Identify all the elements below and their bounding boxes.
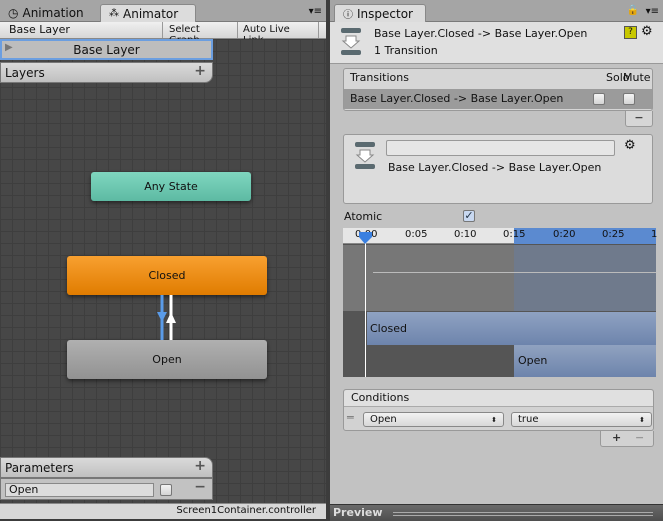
playhead-line xyxy=(365,236,366,377)
controller-filename: Screen1Container.controller xyxy=(176,505,316,516)
atomic-checkbox[interactable]: ✓ xyxy=(463,210,475,222)
parameters-header: Parameters + xyxy=(0,457,213,478)
tab-inspector[interactable]: ⓘ Inspector xyxy=(334,4,426,22)
dropdown-arrows-icon: ⬍ xyxy=(639,415,645,424)
remove-parameter-button[interactable]: − xyxy=(194,479,206,495)
condition-parameter-dropdown[interactable]: Open ⬍ xyxy=(363,412,504,427)
inspector-header: Base Layer.Closed -> Base Layer.Open 1 T… xyxy=(330,22,663,64)
transition-icon xyxy=(355,142,375,169)
breadcrumb-bar: Base Layer Select Graph Auto Live Link xyxy=(0,22,326,46)
breadcrumb[interactable]: Base Layer xyxy=(9,23,70,36)
auto-live-link-button[interactable]: Auto Live Link xyxy=(237,22,319,46)
panel-menu-icon[interactable]: ▾≡ xyxy=(309,6,322,17)
add-parameter-button[interactable]: + xyxy=(194,458,206,474)
help-icon[interactable]: ? xyxy=(624,26,637,39)
weight-curve xyxy=(373,272,656,273)
state-node-closed[interactable]: Closed xyxy=(67,256,267,295)
arrow-up-icon xyxy=(166,312,176,323)
transition-name-field[interactable] xyxy=(386,140,615,156)
preview-drag-handle[interactable] xyxy=(393,512,653,516)
source-state-bar[interactable]: Closed xyxy=(367,312,656,345)
inspector-tabbar: ⓘ Inspector 🔒 ▾≡ xyxy=(330,0,663,22)
parameter-row: Open − xyxy=(0,478,213,500)
animator-icon: ⁂ xyxy=(109,8,119,19)
transition-name-label: Base Layer.Closed -> Base Layer.Open xyxy=(388,161,602,174)
info-icon: ⓘ xyxy=(343,10,353,21)
lock-icon[interactable]: 🔒 xyxy=(627,5,639,16)
layer-item-base-layer[interactable]: ▶ Base Layer xyxy=(0,39,213,60)
transitions-list: Transitions Solo Mute Base Layer.Closed … xyxy=(343,68,653,111)
solo-checkbox[interactable] xyxy=(593,93,605,105)
status-bar: Screen1Container.controller xyxy=(0,503,326,519)
state-node-open[interactable]: Open xyxy=(67,340,267,379)
dest-state-bar[interactable]: Open xyxy=(514,345,656,377)
remove-condition-button[interactable]: − xyxy=(635,431,644,444)
gear-icon[interactable]: ⚙ xyxy=(641,24,653,39)
parameter-name-field[interactable]: Open xyxy=(5,483,154,497)
state-node-any-state[interactable]: Any State xyxy=(91,172,251,201)
tab-animator[interactable]: ⁂ Animator xyxy=(100,4,196,22)
condition-value-dropdown[interactable]: true ⬍ xyxy=(511,412,652,427)
inspector-title: Base Layer.Closed -> Base Layer.Open xyxy=(374,27,588,40)
mute-checkbox[interactable] xyxy=(623,93,635,105)
conditions-list: Conditions ═ Open ⬍ true ⬍ xyxy=(343,389,654,431)
transition-arrows[interactable] xyxy=(150,295,184,341)
inspector-subtitle: 1 Transition xyxy=(374,44,438,57)
gear-icon[interactable]: ⚙ xyxy=(624,138,636,153)
dropdown-arrows-icon: ⬍ xyxy=(491,415,497,424)
playhead-marker-icon[interactable] xyxy=(359,232,372,244)
transition-settings: ⚙ Base Layer.Closed -> Base Layer.Open xyxy=(343,134,653,204)
transition-icon xyxy=(341,28,361,55)
transition-timeline[interactable]: 0:00 0:05 0:10 0:15 0:20 0:25 1 Closed O… xyxy=(343,228,657,377)
layers-header: Layers + xyxy=(0,62,213,83)
preview-bar[interactable]: Preview xyxy=(330,504,663,521)
atomic-label: Atomic xyxy=(344,210,383,223)
parameter-value-checkbox[interactable] xyxy=(160,484,172,496)
conditions-footer: + − xyxy=(600,431,654,447)
select-graph-button[interactable]: Select Graph xyxy=(162,22,237,46)
add-condition-button[interactable]: + xyxy=(612,431,621,444)
panel-menu-icon[interactable]: ▾≡ xyxy=(646,6,659,17)
add-layer-button[interactable]: + xyxy=(194,63,206,79)
tab-animation[interactable]: ◷ Animation xyxy=(0,4,92,22)
arrow-down-icon xyxy=(157,312,167,322)
animator-tabbar: ◷ Animation ⁂ Animator ▾≡ xyxy=(0,0,326,22)
remove-transition-button[interactable]: − xyxy=(625,111,653,127)
drag-handle-icon[interactable]: ═ xyxy=(347,411,354,424)
clock-icon: ◷ xyxy=(8,6,19,20)
transition-range[interactable] xyxy=(514,228,656,244)
transition-row[interactable]: Base Layer.Closed -> Base Layer.Open xyxy=(344,89,652,109)
